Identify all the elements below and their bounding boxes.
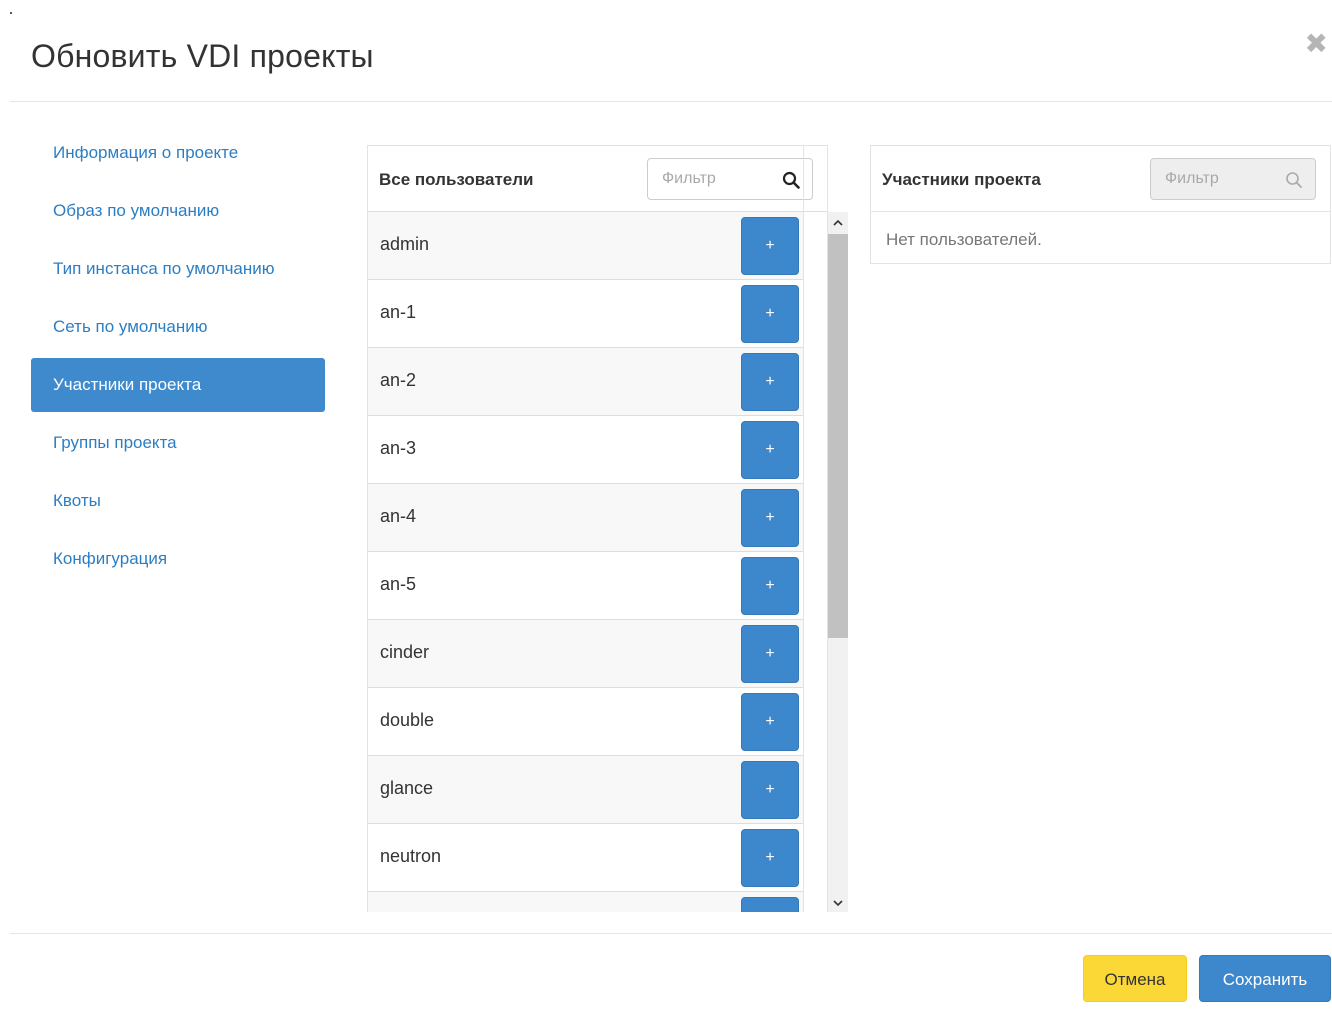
add-user-button[interactable]: + [741, 761, 799, 819]
project-members-header: Участники проекта Фильтр [871, 146, 1330, 212]
nav-item-project-members[interactable]: Участники проекта [31, 358, 325, 412]
add-user-button[interactable]: + [741, 557, 799, 615]
modal-header: Обновить VDI проекты ✖ [10, 0, 1332, 102]
user-row: neutron + [368, 824, 804, 892]
user-name: double [380, 710, 435, 730]
user-row: an-3 + [368, 416, 804, 484]
users-scrollbar[interactable] [828, 212, 848, 912]
user-name: an-3 [380, 438, 417, 458]
add-user-button[interactable]: + [741, 625, 799, 683]
user-name: an-1 [380, 302, 417, 322]
footer-divider [10, 933, 1332, 934]
scroll-thumb[interactable] [828, 234, 848, 638]
all-users-panel: Все пользователи Фильтр admin + an-1 + an-… [367, 145, 828, 912]
user-row: an-4 + [368, 484, 804, 552]
scroll-up-icon[interactable] [831, 216, 845, 230]
all-users-list: admin + an-1 + an-2 + an-3 + an-4 + an-5 + cin… [368, 212, 827, 912]
project-members-filter-input[interactable]: Фильтр [1150, 158, 1316, 200]
add-user-button[interactable]: + [741, 897, 799, 912]
nav-item-default-network[interactable]: Сеть по умолчанию [31, 300, 325, 354]
nav-item-configuration[interactable]: Конфигурация [31, 532, 325, 586]
nav-item-default-image[interactable]: Образ по умолчанию [31, 184, 325, 238]
project-members-title: Участники проекта [882, 170, 1041, 189]
add-user-button[interactable]: + [741, 421, 799, 479]
user-name: an-4 [380, 506, 417, 526]
all-users-filter-input[interactable]: Фильтр [647, 158, 813, 200]
add-user-button[interactable]: + [741, 217, 799, 275]
filter-placeholder: Фильтр [662, 170, 716, 187]
save-button[interactable]: Сохранить [1199, 955, 1331, 1002]
nav-item-project-groups[interactable]: Группы проекта [31, 416, 325, 470]
user-row: double + [368, 688, 804, 756]
add-user-button[interactable]: + [741, 693, 799, 751]
add-user-button[interactable]: + [741, 285, 799, 343]
list-divider [803, 146, 804, 912]
nav-item-quotas[interactable]: Квоты [31, 474, 325, 528]
add-user-button[interactable]: + [741, 829, 799, 887]
user-row: + [368, 892, 804, 912]
nav-item-default-flavor[interactable]: Тип инстанса по умолчанию [31, 242, 325, 296]
all-users-header: Все пользователи Фильтр [368, 146, 827, 212]
user-row: an-1 + [368, 280, 804, 348]
user-row: glance + [368, 756, 804, 824]
nav-item-project-info[interactable]: Информация о проекте [31, 126, 325, 180]
user-name: an-5 [380, 574, 417, 594]
add-user-button[interactable]: + [741, 489, 799, 547]
side-nav: Информация о проекте Образ по умолчанию … [31, 126, 325, 590]
cancel-button[interactable]: Отмена [1083, 955, 1187, 1002]
user-row: cinder + [368, 620, 804, 688]
user-name: glance [380, 778, 434, 798]
no-members-text: Нет пользователей. [886, 230, 1042, 249]
project-members-panel: Участники проекта Фильтр Нет пользовател… [870, 145, 1331, 264]
user-row: admin + [368, 212, 804, 280]
user-name: an-2 [380, 370, 417, 390]
scroll-down-icon[interactable] [831, 896, 845, 910]
add-user-button[interactable]: + [741, 353, 799, 411]
user-name: neutron [380, 846, 442, 866]
search-icon [1286, 172, 1302, 188]
user-name: admin [380, 234, 430, 254]
modal-title: Обновить VDI проекты [31, 38, 374, 74]
user-row: an-2 + [368, 348, 804, 416]
all-users-title: Все пользователи [379, 170, 534, 189]
user-name: cinder [380, 642, 430, 662]
user-row: an-5 + [368, 552, 804, 620]
search-icon [782, 171, 800, 189]
filter-placeholder: Фильтр [1165, 170, 1219, 187]
close-icon[interactable]: ✖ [1305, 30, 1328, 58]
